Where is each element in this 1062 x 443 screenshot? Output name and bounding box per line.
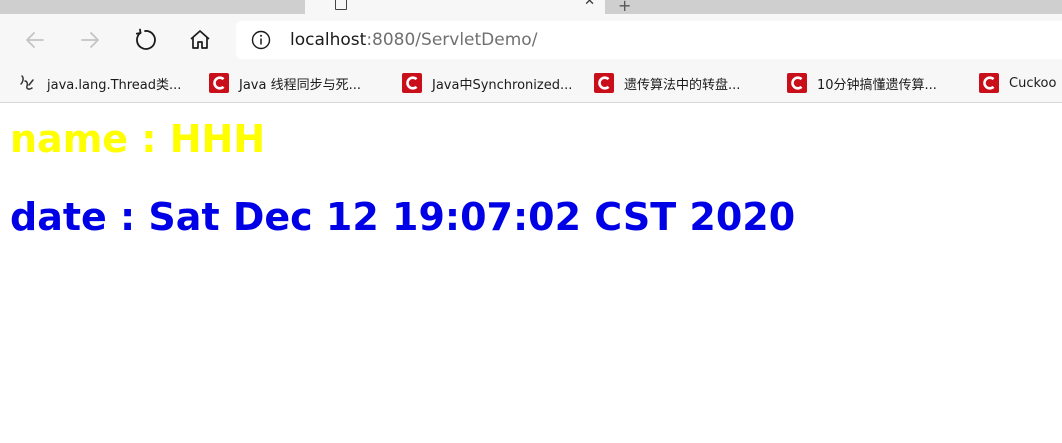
back-button[interactable] (21, 26, 49, 54)
csdn-icon (594, 73, 614, 93)
bookmark-item[interactable]: 遗传算法中的转盘... (594, 71, 740, 95)
page-content: name : HHH date : Sat Dec 12 19:07:02 CS… (0, 103, 1062, 443)
tab-active[interactable]: ✕ (305, 0, 605, 14)
csdn-icon (979, 73, 999, 93)
csdn-icon (787, 73, 807, 93)
arrow-left-icon (26, 32, 44, 48)
bookmark-item[interactable]: Java 线程同步与死... (209, 71, 361, 95)
name-heading: name : HHH (10, 117, 266, 161)
info-icon[interactable] (251, 30, 271, 50)
bookmark-item[interactable]: Java中Synchronized... (402, 71, 572, 95)
refresh-button[interactable] (131, 26, 159, 54)
url-path: :8080/ServletDemo/ (366, 30, 538, 50)
bookmark-item[interactable]: 10分钟搞懂遗传算... (787, 71, 937, 95)
tab-strip: ✕ + (0, 0, 1062, 14)
bookmark-label: Java中Synchronized... (432, 77, 573, 93)
bookmark-item[interactable]: java.lang.Thread类... (17, 71, 181, 95)
bookmark-label: 10分钟搞懂遗传算... (817, 77, 937, 93)
page-icon (335, 0, 347, 10)
bookmark-label: Cuckoo (1009, 75, 1057, 91)
bookmark-item[interactable]: Cuckoo (979, 71, 1056, 95)
address-bar[interactable]: localhost:8080/ServletDemo/ (236, 21, 1062, 59)
bookmark-label: Java 线程同步与死... (239, 77, 361, 93)
home-button[interactable] (186, 26, 214, 54)
browser-window: ✕ + localhost:8080/ServletDemo/ java.lan… (0, 0, 1062, 443)
bookmark-generic-icon (20, 75, 34, 90)
new-tab-button[interactable]: + (618, 0, 631, 14)
date-heading: date : Sat Dec 12 19:07:02 CST 2020 (10, 195, 796, 239)
bookmark-label: java.lang.Thread类... (47, 77, 182, 93)
bookmark-label: 遗传算法中的转盘... (624, 77, 741, 93)
forward-button[interactable] (76, 26, 104, 54)
csdn-icon (209, 73, 229, 93)
home-icon (190, 30, 210, 49)
bookmarks-bar: java.lang.Thread类... Java 线程同步与死... Java… (0, 66, 1062, 103)
refresh-icon (135, 28, 156, 50)
url-host: localhost (290, 30, 367, 50)
url-text[interactable]: localhost:8080/ServletDemo/ (290, 30, 537, 50)
close-icon[interactable]: ✕ (584, 0, 595, 9)
toolbar: localhost:8080/ServletDemo/ (0, 14, 1062, 66)
arrow-right-icon (81, 32, 99, 48)
csdn-icon (402, 73, 422, 93)
